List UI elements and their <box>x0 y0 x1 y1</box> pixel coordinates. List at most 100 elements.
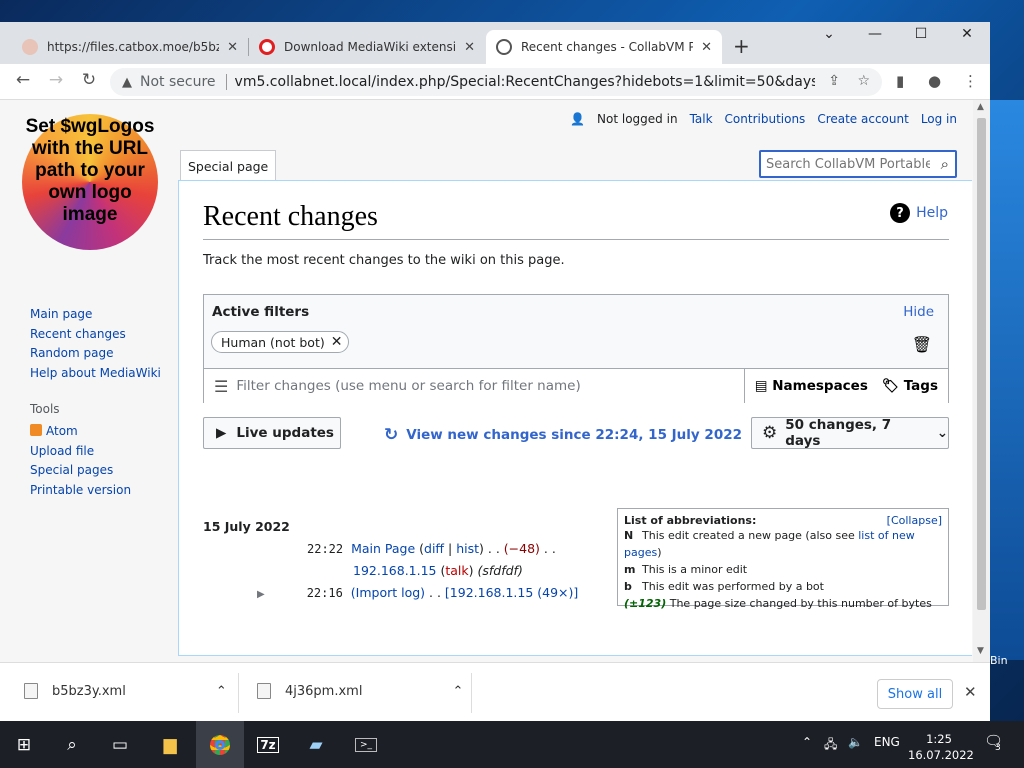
clock-date: 16.07.2022 <box>908 748 974 762</box>
changes-options-button[interactable]: ⚙ 50 changes, 7 days ⌄ <box>751 417 949 449</box>
help-question-icon[interactable]: ? <box>890 203 911 223</box>
task-view-icon[interactable]: ▭ <box>96 721 144 768</box>
scroll-down-arrow-icon[interactable]: ▼ <box>977 646 984 656</box>
language-indicator[interactable]: ENG <box>874 735 900 749</box>
users-link[interactable]: [192.168.1.15 (49×)] <box>445 585 578 600</box>
profile-avatar-icon[interactable]: ● <box>928 72 941 90</box>
download-item-2[interactable]: 4j36pm.xml ⌃ <box>257 683 463 699</box>
hide-filters-link[interactable]: Hide <box>903 304 934 320</box>
sidebar-navigation: Main page Recent changes Random page Hel… <box>30 305 161 383</box>
recycle-bin-label[interactable]: Bin <box>990 654 1008 667</box>
search-input[interactable] <box>766 156 930 172</box>
filter-search-row: ☰ Filter changes (use menu or search for… <box>204 368 948 403</box>
menu-kebab-icon[interactable]: ⋮ <box>963 72 978 90</box>
trash-icon[interactable]: 🗑 <box>912 335 932 354</box>
forward-arrow-icon[interactable]: → <box>45 70 67 90</box>
sidebar-item-help[interactable]: Help about MediaWiki <box>30 364 161 384</box>
sidebar-item-random-page[interactable]: Random page <box>30 344 161 364</box>
volume-icon[interactable]: 🔈 <box>848 735 863 749</box>
hamburger-menu-icon[interactable]: ☰ <box>214 377 228 396</box>
tab-mediawiki-extensions[interactable]: Download MediaWiki extensions ✕ <box>249 30 485 64</box>
address-bar[interactable]: ▲ Not secure vm5.collabnet.local/index.p… <box>110 68 882 96</box>
expand-arrow-icon[interactable]: ▶ <box>257 589 265 600</box>
windows-start-icon[interactable]: ⊞ <box>0 721 48 768</box>
warning-icon[interactable]: ▲ <box>122 75 132 90</box>
talk-link[interactable]: Talk <box>690 112 713 126</box>
tab-special-page[interactable]: Special page <box>180 150 277 182</box>
share-icon[interactable]: ⇪ <box>828 73 840 89</box>
network-icon[interactable]: 🖧 <box>824 735 837 756</box>
minimize-icon[interactable]: — <box>860 26 890 42</box>
create-account-link[interactable]: Create account <box>817 112 909 126</box>
tab-catbox[interactable]: https://files.catbox.moe/b5bz3y.xml ✕ <box>12 30 248 64</box>
maximize-icon[interactable]: ☐ <box>906 26 936 42</box>
page-title: Recent changes <box>203 201 378 232</box>
namespaces-button[interactable]: ▤ Namespaces <box>755 378 868 394</box>
user-links: 👤 Not logged in Talk Contributions Creat… <box>570 112 957 126</box>
back-arrow-icon[interactable]: ← <box>12 70 34 90</box>
live-updates-button[interactable]: ▶ Live updates <box>203 417 341 449</box>
tags-button[interactable]: 🏷 Tags <box>882 378 938 394</box>
filters-panel: Active filters Hide Human (not bot) ✕ 🗑 … <box>203 294 949 403</box>
url-text[interactable]: vm5.collabnet.local/index.php/Special:Re… <box>235 74 815 90</box>
tab-recent-changes[interactable]: Recent changes - CollabVM Portable Wiki … <box>486 30 722 64</box>
page-scrollbar[interactable]: ▲ ▼ <box>973 100 990 662</box>
filter-pill-human[interactable]: Human (not bot) ✕ <box>211 331 350 353</box>
close-tab-icon[interactable]: ✕ <box>701 40 712 55</box>
clock[interactable]: 1:25 16.07.2022 <box>908 731 974 763</box>
tab-strip: https://files.catbox.moe/b5bz3y.xml ✕ Do… <box>0 22 990 64</box>
diff-link[interactable]: diff <box>424 541 444 556</box>
not-secure-label[interactable]: Not secure <box>140 74 216 90</box>
contributions-link[interactable]: Contributions <box>725 112 806 126</box>
file-explorer-icon[interactable]: ▆ <box>146 721 194 768</box>
help-label[interactable]: Help <box>916 205 948 221</box>
terminal-icon[interactable]: >_ <box>342 721 390 768</box>
sidebar-item-printable-version[interactable]: Printable version <box>30 481 131 501</box>
user-talk-link[interactable]: talk <box>445 563 468 578</box>
filter-search-input[interactable]: Filter changes (use menu or search for f… <box>236 378 743 394</box>
search-icon[interactable]: ⌕ <box>48 721 96 768</box>
sidebar-item-upload-file[interactable]: Upload file <box>30 442 131 462</box>
scrollbar-thumb[interactable] <box>977 118 986 610</box>
tab-search-chevron-icon[interactable]: ⌄ <box>814 26 844 42</box>
sidebar-item-special-pages[interactable]: Special pages <box>30 461 131 481</box>
filter-pill-label: Human (not bot) <box>221 334 325 350</box>
sidebar-item-recent-changes[interactable]: Recent changes <box>30 325 161 345</box>
hist-link[interactable]: hist <box>456 541 479 556</box>
7zip-icon[interactable]: 7z <box>244 721 292 768</box>
reload-icon[interactable]: ↻ <box>78 70 100 90</box>
chevron-up-icon[interactable]: ⌃ <box>216 684 227 699</box>
chevron-down-icon: ⌄ <box>936 425 948 441</box>
wiki-search[interactable]: ⌕ <box>759 150 957 178</box>
legend-row-new: N This edit created a new page (also see … <box>624 529 915 559</box>
show-all-downloads-button[interactable]: Show all <box>877 679 953 709</box>
page-link-main-page[interactable]: Main Page <box>351 541 415 556</box>
close-downloads-bar-icon[interactable]: ✕ <box>964 683 977 701</box>
search-icon[interactable]: ⌕ <box>941 155 949 173</box>
tag-icon: 🏷 <box>881 378 904 394</box>
close-tab-icon[interactable]: ✕ <box>464 40 475 55</box>
chrome-icon[interactable] <box>196 721 244 768</box>
remove-filter-icon[interactable]: ✕ <box>331 334 343 350</box>
view-new-changes-link[interactable]: ↻ View new changes since 22:24, 15 July … <box>384 425 742 445</box>
import-log-link[interactable]: (Import log) <box>351 585 425 600</box>
logo-text[interactable]: Set $wgLogos with the URL path to your o… <box>22 116 158 226</box>
close-tab-icon[interactable]: ✕ <box>227 40 238 55</box>
notepad-icon[interactable]: ▰ <box>292 721 340 768</box>
collapse-legend-link[interactable]: [Collapse] <box>887 514 942 527</box>
tray-chevron-up-icon[interactable]: ⌃ <box>802 735 812 749</box>
chevron-up-icon[interactable]: ⌃ <box>452 684 463 699</box>
log-in-link[interactable]: Log in <box>921 112 957 126</box>
side-panel-icon[interactable]: ▮ <box>896 72 904 90</box>
sidebar-item-atom[interactable]: Atom <box>30 422 131 442</box>
help-link[interactable]: ? Help <box>890 203 948 223</box>
scroll-up-arrow-icon[interactable]: ▲ <box>977 102 984 112</box>
user-link[interactable]: 192.168.1.15 <box>353 563 437 578</box>
download-divider <box>471 673 472 713</box>
bookmark-star-icon[interactable]: ☆ <box>857 73 870 89</box>
notifications-icon[interactable]: 🗨3 <box>984 732 1009 753</box>
close-window-icon[interactable]: ✕ <box>952 26 982 42</box>
download-item-1[interactable]: b5bz3y.xml ⌃ <box>24 683 227 699</box>
new-tab-button[interactable]: + <box>733 34 750 58</box>
sidebar-item-main-page[interactable]: Main page <box>30 305 161 325</box>
